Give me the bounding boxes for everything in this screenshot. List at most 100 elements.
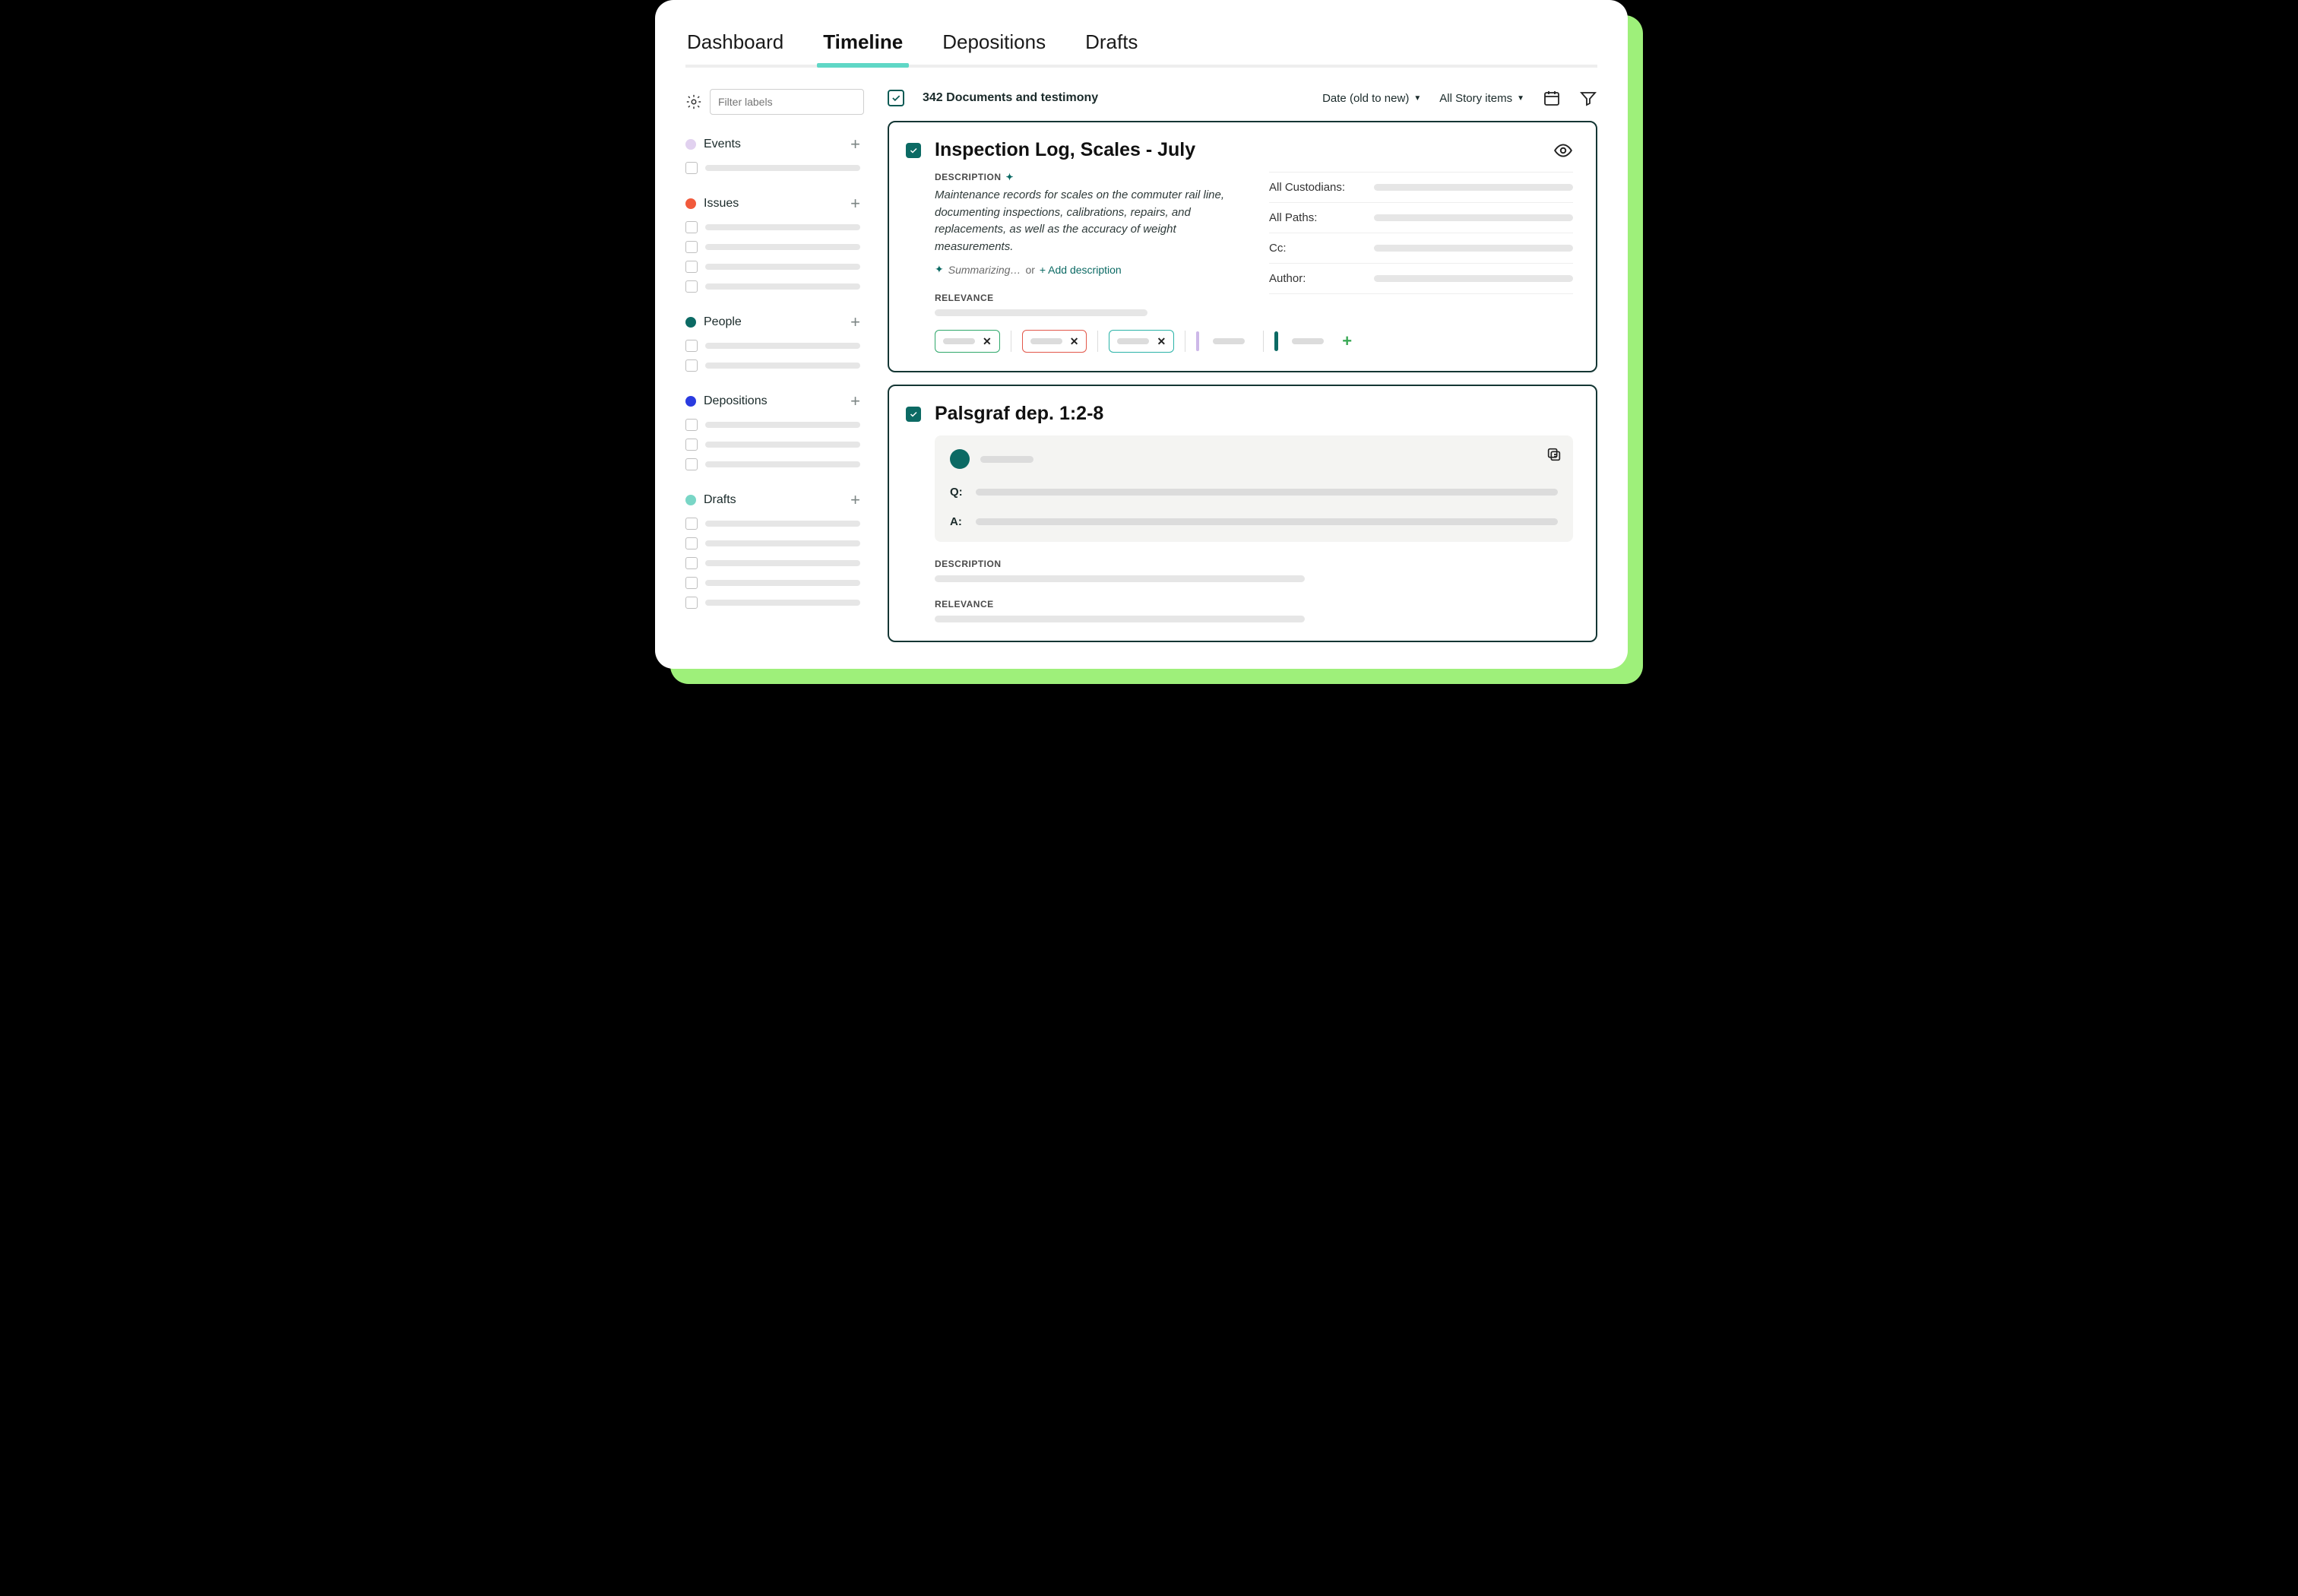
tag-chip[interactable] (1274, 330, 1331, 353)
placeholder-bar (1213, 338, 1245, 344)
group-color-dot (685, 396, 696, 407)
card-checkbox[interactable] (906, 407, 921, 422)
placeholder-bar (705, 422, 860, 428)
placeholder-bar (1374, 184, 1573, 191)
check-icon (909, 410, 918, 419)
placeholder-bar (1292, 338, 1324, 344)
placeholder-bar (705, 343, 860, 349)
q-label: Q: (950, 486, 965, 499)
timeline-card: Palsgraf dep. 1:2-8 Q: A: (888, 385, 1597, 642)
checkbox[interactable] (685, 419, 698, 431)
checkbox[interactable] (685, 221, 698, 233)
description-text: Maintenance records for scales on the co… (935, 187, 1239, 255)
add-person-button[interactable]: + (850, 314, 860, 331)
sparkle-icon: ✦ (935, 263, 944, 276)
tag-chip[interactable]: ✕ (1022, 330, 1087, 353)
placeholder-bar (705, 224, 860, 230)
checkbox[interactable] (685, 340, 698, 352)
meta-label: Cc: (1269, 242, 1360, 255)
gear-icon[interactable] (685, 93, 702, 110)
checkbox[interactable] (685, 439, 698, 451)
placeholder-bar (705, 244, 860, 250)
checkbox[interactable] (685, 241, 698, 253)
scope-label: All Story items (1439, 92, 1512, 105)
sidebar-group-drafts: Drafts + (685, 492, 860, 609)
result-count: 342 Documents and testimony (923, 91, 1098, 105)
group-label: Issues (704, 197, 739, 211)
remove-tag-icon[interactable]: ✕ (983, 335, 992, 348)
placeholder-bar (1374, 275, 1573, 282)
checkbox[interactable] (685, 458, 698, 470)
placeholder-bar (1374, 214, 1573, 221)
select-all-checkbox[interactable] (888, 90, 904, 106)
group-color-dot (685, 317, 696, 328)
add-issue-button[interactable]: + (850, 195, 860, 212)
tab-dashboard[interactable]: Dashboard (685, 30, 785, 65)
meta-label: All Custodians: (1269, 181, 1360, 194)
card-title: Inspection Log, Scales - July (935, 139, 1195, 161)
timeline-card: Inspection Log, Scales - July DESCRIPTIO… (888, 121, 1597, 372)
add-event-button[interactable]: + (850, 136, 860, 153)
tag-row: ✕ ✕ ✕ + (935, 330, 1573, 353)
placeholder-bar (705, 521, 860, 527)
sidebar: Events + Issues + (685, 89, 860, 659)
filter-labels-input[interactable] (710, 89, 864, 115)
sidebar-group-people: People + (685, 314, 860, 372)
filter-icon[interactable] (1579, 89, 1597, 107)
placeholder-bar (705, 442, 860, 448)
checkbox[interactable] (685, 518, 698, 530)
relevance-heading: RELEVANCE (935, 599, 1573, 610)
checkbox[interactable] (685, 162, 698, 174)
add-description-link[interactable]: + Add description (1040, 264, 1122, 276)
description-heading: DESCRIPTION (935, 172, 1002, 182)
checkbox[interactable] (685, 577, 698, 589)
metadata-list: All Custodians: All Paths: Cc: Author: (1269, 172, 1573, 316)
checkbox[interactable] (685, 537, 698, 549)
placeholder-bar (705, 461, 860, 467)
add-deposition-button[interactable]: + (850, 393, 860, 410)
tab-timeline[interactable]: Timeline (821, 30, 904, 65)
sort-select[interactable]: Date (old to new) ▼ (1322, 92, 1421, 105)
tag-chip[interactable] (1196, 330, 1252, 353)
sort-label: Date (old to new) (1322, 92, 1409, 105)
placeholder-bar (705, 363, 860, 369)
group-color-dot (685, 495, 696, 505)
placeholder-bar (705, 540, 860, 546)
copy-icon[interactable] (1546, 446, 1562, 463)
checkbox[interactable] (685, 597, 698, 609)
scope-select[interactable]: All Story items ▼ (1439, 92, 1524, 105)
checkbox[interactable] (685, 359, 698, 372)
divider (1097, 331, 1098, 352)
remove-tag-icon[interactable]: ✕ (1157, 335, 1166, 348)
group-label: Drafts (704, 493, 736, 507)
deposition-excerpt: Q: A: (935, 435, 1573, 542)
a-label: A: (950, 515, 965, 528)
group-label: Depositions (704, 394, 768, 408)
checkbox[interactable] (685, 557, 698, 569)
placeholder-bar (943, 338, 975, 344)
checkbox[interactable] (685, 280, 698, 293)
placeholder-bar (976, 518, 1558, 525)
placeholder-bar (705, 283, 860, 290)
tab-drafts[interactable]: Drafts (1084, 30, 1139, 65)
card-title: Palsgraf dep. 1:2-8 (935, 403, 1103, 425)
calendar-icon[interactable] (1543, 89, 1561, 107)
chevron-down-icon: ▼ (1517, 94, 1524, 103)
placeholder-bar (705, 560, 860, 566)
tag-chip[interactable]: ✕ (935, 330, 1000, 353)
checkbox[interactable] (685, 261, 698, 273)
card-checkbox[interactable] (906, 143, 921, 158)
divider (1263, 331, 1264, 352)
placeholder-bar (1030, 338, 1062, 344)
placeholder-bar (980, 456, 1033, 463)
eye-icon[interactable] (1553, 141, 1573, 160)
placeholder-bar (935, 616, 1305, 622)
placeholder-bar (705, 580, 860, 586)
tab-depositions[interactable]: Depositions (941, 30, 1047, 65)
remove-tag-icon[interactable]: ✕ (1070, 335, 1079, 348)
tag-chip[interactable]: ✕ (1109, 330, 1174, 353)
add-tag-button[interactable]: + (1342, 333, 1352, 350)
description-heading: DESCRIPTION (935, 559, 1573, 569)
add-draft-button[interactable]: + (850, 492, 860, 508)
placeholder-bar (935, 309, 1147, 316)
